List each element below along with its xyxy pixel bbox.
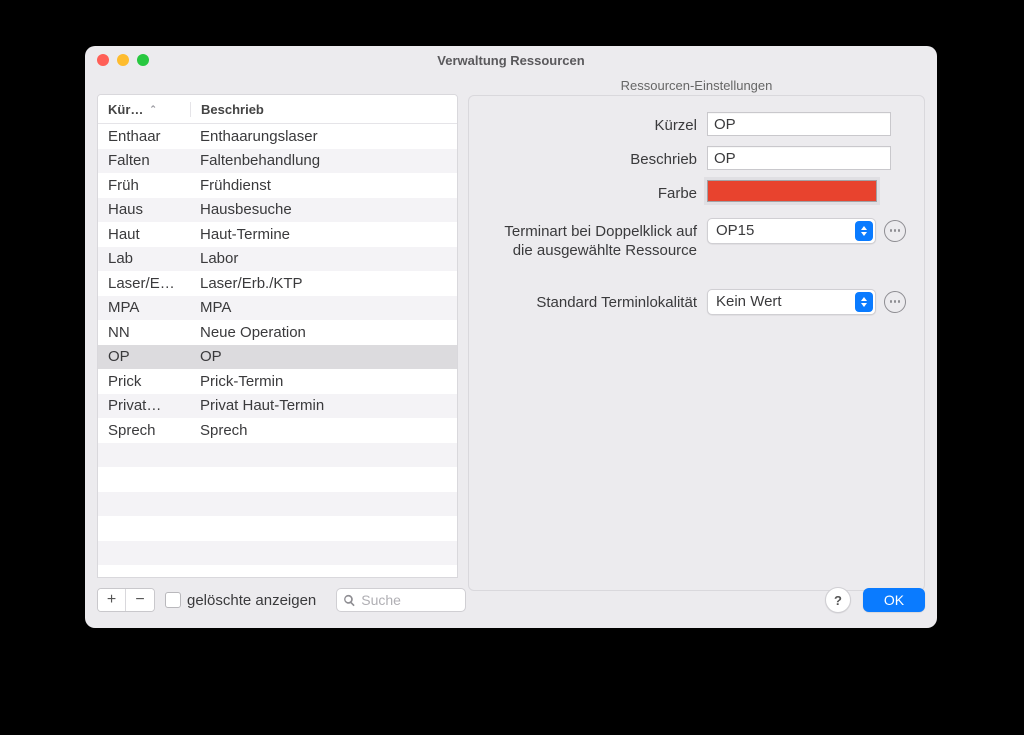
- cell-code: Prick: [98, 373, 190, 390]
- cell-description: Haut-Termine: [190, 226, 457, 243]
- cell-code: Enthaar: [98, 128, 190, 145]
- cell-description: Faltenbehandlung: [190, 152, 457, 169]
- zoom-window-button[interactable]: [137, 54, 149, 66]
- settings-section-title: Ressourcen-Einstellungen: [468, 74, 925, 95]
- label-default-locality: Standard Terminlokalität: [487, 289, 707, 313]
- label-description: Beschrieb: [487, 146, 707, 170]
- footer-toolbar: + − gelöschte anzeigen Suche ? OK: [97, 584, 925, 616]
- cell-description: Neue Operation: [190, 324, 457, 341]
- remove-button[interactable]: −: [126, 589, 154, 611]
- dialog-window: Verwaltung Ressourcen Kür… ⌃ Beschrieb E…: [85, 46, 937, 628]
- chevron-updown-icon: [855, 292, 873, 312]
- column-header-description[interactable]: Beschrieb: [191, 102, 457, 117]
- chevron-updown-icon: [855, 221, 873, 241]
- column-header-code[interactable]: Kür… ⌃: [98, 102, 191, 117]
- settings-panel: Kürzel Beschrieb Farbe: [468, 95, 925, 591]
- label-code: Kürzel: [487, 112, 707, 136]
- resource-list-pane: Kür… ⌃ Beschrieb EnthaarEnthaarungslaser…: [97, 94, 458, 578]
- table-row-empty: [98, 541, 457, 566]
- table-row[interactable]: FrühFrühdienst: [98, 173, 457, 198]
- more-appointment-type-button[interactable]: [884, 220, 906, 242]
- cell-code: Privat…: [98, 397, 190, 414]
- settings-pane: Ressourcen-Einstellungen Kürzel Beschrie…: [468, 74, 925, 578]
- search-field[interactable]: Suche: [336, 588, 466, 612]
- table-row[interactable]: NNNeue Operation: [98, 320, 457, 345]
- table-row[interactable]: Laser/E…Laser/Erb./KTP: [98, 271, 457, 296]
- checkbox-box-icon: [165, 592, 181, 608]
- table-row[interactable]: HausHausbesuche: [98, 198, 457, 223]
- cell-description: Privat Haut-Termin: [190, 397, 457, 414]
- show-deleted-label: gelöschte anzeigen: [187, 592, 316, 609]
- table-row-empty: [98, 492, 457, 517]
- cell-description: Hausbesuche: [190, 201, 457, 218]
- select-default-locality[interactable]: Kein Wert: [707, 289, 876, 315]
- table-body: EnthaarEnthaarungslaserFaltenFaltenbehan…: [98, 124, 457, 577]
- table-row[interactable]: Privat…Privat Haut-Termin: [98, 394, 457, 419]
- ok-button[interactable]: OK: [863, 588, 925, 612]
- table-row[interactable]: MPAMPA: [98, 296, 457, 321]
- cell-code: Haus: [98, 201, 190, 218]
- cell-description: Laser/Erb./KTP: [190, 275, 457, 292]
- cell-code: Haut: [98, 226, 190, 243]
- show-deleted-checkbox[interactable]: gelöschte anzeigen: [165, 592, 316, 609]
- titlebar: Verwaltung Ressourcen: [85, 46, 937, 74]
- cell-code: Früh: [98, 177, 190, 194]
- select-appointment-type[interactable]: OP15: [707, 218, 876, 244]
- color-well[interactable]: [707, 180, 877, 202]
- cell-code: MPA: [98, 299, 190, 316]
- label-appointment-type: Terminart bei Doppelklick auf die ausgew…: [487, 218, 707, 261]
- cell-description: MPA: [190, 299, 457, 316]
- table-row[interactable]: OPOP: [98, 345, 457, 370]
- cell-description: Labor: [190, 250, 457, 267]
- table-row[interactable]: LabLabor: [98, 247, 457, 272]
- column-header-code-label: Kür…: [108, 102, 143, 117]
- sort-asc-icon: ⌃: [149, 104, 157, 115]
- label-color: Farbe: [487, 180, 707, 204]
- cell-description: Frühdienst: [190, 177, 457, 194]
- more-default-locality-button[interactable]: [884, 291, 906, 313]
- cell-code: Falten: [98, 152, 190, 169]
- cell-description: Prick-Termin: [190, 373, 457, 390]
- window-controls: [85, 54, 149, 66]
- input-code[interactable]: [707, 112, 891, 136]
- table-row-empty: [98, 467, 457, 492]
- input-description[interactable]: [707, 146, 891, 170]
- add-remove-group: + −: [97, 588, 155, 612]
- cell-code: Sprech: [98, 422, 190, 439]
- cell-description: Enthaarungslaser: [190, 128, 457, 145]
- resource-table: Kür… ⌃ Beschrieb EnthaarEnthaarungslaser…: [97, 94, 458, 578]
- table-header: Kür… ⌃ Beschrieb: [98, 95, 457, 124]
- cell-code: OP: [98, 348, 190, 365]
- search-icon: [343, 594, 356, 607]
- table-row[interactable]: EnthaarEnthaarungslaser: [98, 124, 457, 149]
- table-row-empty: [98, 516, 457, 541]
- window-title: Verwaltung Ressourcen: [85, 53, 937, 68]
- help-button[interactable]: ?: [825, 587, 851, 613]
- select-default-locality-value: Kein Wert: [716, 293, 782, 310]
- table-row[interactable]: SprechSprech: [98, 418, 457, 443]
- search-placeholder: Suche: [361, 592, 401, 608]
- cell-code: Laser/E…: [98, 275, 190, 292]
- table-row-empty: [98, 443, 457, 468]
- table-row[interactable]: FaltenFaltenbehandlung: [98, 149, 457, 174]
- table-row[interactable]: HautHaut-Termine: [98, 222, 457, 247]
- add-button[interactable]: +: [98, 589, 126, 611]
- cell-code: Lab: [98, 250, 190, 267]
- cell-description: OP: [190, 348, 457, 365]
- select-appointment-type-value: OP15: [716, 222, 754, 239]
- close-window-button[interactable]: [97, 54, 109, 66]
- cell-code: NN: [98, 324, 190, 341]
- cell-description: Sprech: [190, 422, 457, 439]
- minimize-window-button[interactable]: [117, 54, 129, 66]
- table-row[interactable]: PrickPrick-Termin: [98, 369, 457, 394]
